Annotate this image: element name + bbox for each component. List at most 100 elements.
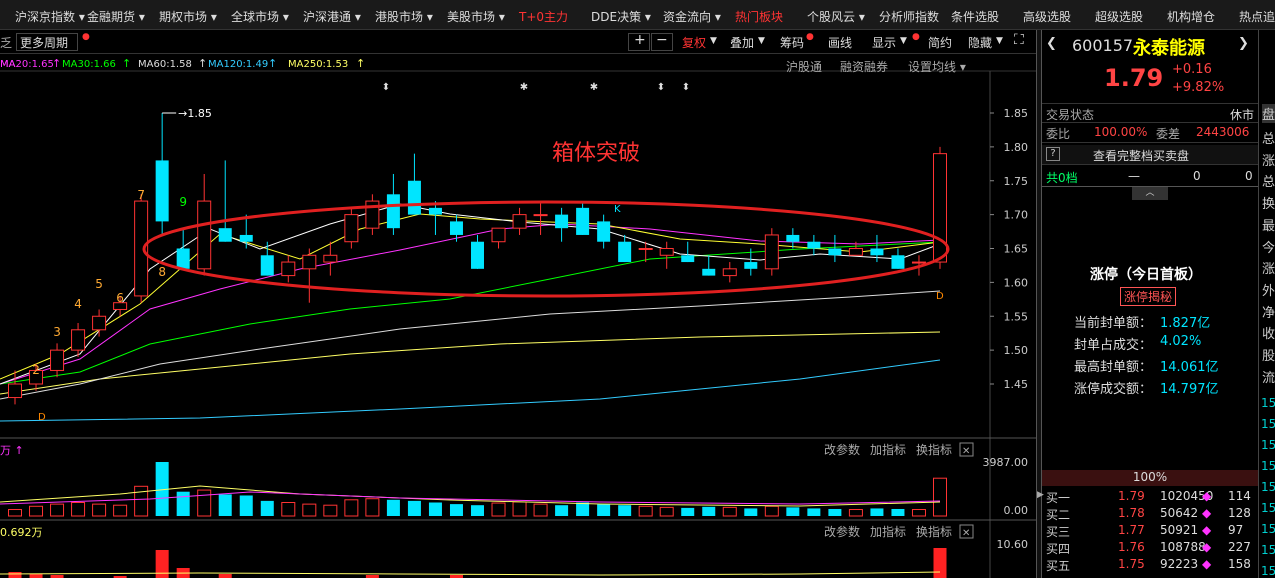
bid-label: 买三 — [1046, 525, 1071, 539]
volume-bar — [407, 500, 421, 516]
bid-row[interactable]: 买五 1.75 92223 ◆ 158 — [1042, 556, 1258, 573]
volume-bar — [471, 505, 484, 516]
candle-body — [786, 234, 800, 242]
menu-item[interactable]: 机构增仓 — [1167, 8, 1215, 25]
diejia-button[interactable]: 叠加 — [730, 34, 754, 51]
indicator-button: 加指标 — [870, 524, 906, 539]
side-label: 收 — [1262, 327, 1275, 343]
menu-item[interactable]: 沪深港通 ▾ — [303, 8, 361, 25]
candle-body — [491, 227, 506, 243]
ma-legend-item: MA60:1.58 — [138, 59, 192, 70]
back-icon[interactable]: ❮ — [1046, 36, 1057, 51]
candle-body — [744, 262, 758, 269]
yincang-button[interactable]: 隐藏 — [968, 34, 992, 51]
candle-body — [134, 200, 149, 297]
zoom-out-button[interactable]: − — [656, 32, 668, 48]
menu-item[interactable]: 全球市场 ▾ — [231, 8, 289, 25]
volume-bar — [176, 491, 190, 516]
menu-item[interactable]: 个股风云 ▾ — [807, 8, 865, 25]
menu-item[interactable]: 沪深京指数 ▾ — [15, 8, 85, 25]
fullscreen-icon[interactable]: ⛶ — [1014, 32, 1024, 48]
price-axis-label: 1.55 — [1004, 310, 1029, 323]
bid-row[interactable]: 买二 1.78 50642 ◆ 128 — [1042, 505, 1258, 522]
left-tab[interactable]: 乏 — [0, 34, 12, 51]
limit-up-reveal-button[interactable]: 涨停揭秘 — [1120, 287, 1177, 306]
weicha-value: 2443006 — [1196, 125, 1250, 139]
menu-item[interactable]: 资金流向 ▾ — [663, 8, 721, 25]
zt-label: 最高封单额： — [1074, 360, 1153, 375]
volume-bar — [911, 509, 926, 517]
bid-row[interactable]: 买四 1.76 108788 ◆ 227 — [1042, 539, 1258, 556]
candle-body — [8, 383, 22, 399]
candle-body — [386, 194, 400, 229]
bid-price: 1.76 — [1118, 540, 1145, 554]
next-icon[interactable]: ❯ — [1238, 36, 1249, 51]
notification-dot: ● — [806, 32, 814, 42]
chart-toolbar: 乏 更多周期 ● + − 复权 ▼ 叠加 ▼ 筹码 ● 画线 显示 ▼ ● 简约… — [0, 30, 1036, 54]
volume-bar — [512, 501, 527, 517]
bid-price: 1.75 — [1118, 557, 1145, 571]
candle-body — [407, 180, 421, 215]
bid-diamond-icon: ◆ — [1202, 540, 1212, 554]
bid-row[interactable]: 买三 1.77 50921 ◆ 97 — [1042, 522, 1258, 539]
menu-item[interactable]: T+0主力 — [519, 8, 568, 25]
menu-item[interactable]: 港股市场 ▾ — [375, 8, 433, 25]
side-value: 15 — [1261, 480, 1275, 494]
bid-price: 1.78 — [1118, 506, 1145, 520]
bid-label: 买四 — [1046, 542, 1071, 556]
huaxian-button[interactable]: 画线 — [828, 34, 852, 51]
candle-body — [71, 329, 86, 351]
volume-bar — [491, 502, 506, 517]
full-book-row[interactable]: ? 查看完整档买卖盘 — [1042, 145, 1258, 165]
menu-item[interactable]: 分析师指数 — [879, 8, 939, 25]
zoom-in-button[interactable]: + — [634, 32, 646, 48]
candle-body — [702, 268, 716, 276]
side-label: 外 — [1262, 283, 1275, 299]
side-label[interactable]: 盘 — [1262, 104, 1275, 123]
volume-bar — [786, 507, 800, 516]
weibi-label: 委比 — [1046, 127, 1071, 141]
expand-toggle-icon[interactable]: ︿ — [1132, 187, 1168, 200]
menu-item[interactable]: 期权市场 ▾ — [159, 8, 217, 25]
volume-bar — [260, 500, 274, 516]
help-icon[interactable]: ? — [1046, 147, 1060, 161]
bid-ratio-bar: 100% — [1042, 470, 1258, 486]
level-v1: 0 — [1193, 169, 1201, 183]
volume-label: 万 ↑ — [0, 444, 24, 457]
indicator-bar — [155, 550, 169, 578]
volume-bar — [50, 503, 65, 517]
jianyue-button[interactable]: 简约 — [928, 34, 952, 51]
up-arrow-icon: ↑ — [52, 57, 61, 70]
menu-item[interactable]: 条件选股 — [951, 8, 999, 25]
more-period-button[interactable]: 更多周期 — [20, 34, 68, 51]
bid-diamond-icon: ◆ — [1202, 489, 1212, 503]
candle-count-label: 2 — [32, 363, 40, 377]
menu-item[interactable]: 热门板块 — [735, 8, 783, 25]
xianshi-button[interactable]: 显示 — [872, 34, 896, 51]
candle-body — [512, 214, 527, 229]
candle-body — [828, 248, 842, 256]
kline-chart-area[interactable]: MAMA20:1.65↑ MA30:1.66 ↑ MA60:1.58 ↑ MA120:1.… — [0, 54, 1036, 578]
menu-item[interactable]: DDE决策 ▾ — [591, 8, 651, 25]
menu-item[interactable]: 美股市场 ▾ — [447, 8, 505, 25]
bid-row[interactable]: 买一 1.79 1020450 ◆ 114 — [1042, 488, 1258, 505]
chouma-button[interactable]: 筹码 — [780, 34, 804, 51]
candle-body — [576, 207, 590, 235]
menu-item[interactable]: 热点追 — [1239, 8, 1275, 25]
side-value: 15 — [1261, 543, 1275, 557]
indicator-button: 换指标 — [916, 442, 952, 457]
menu-item[interactable]: 超级选股 — [1095, 8, 1143, 25]
bid-diamond-icon: ◆ — [1202, 523, 1212, 537]
menu-item[interactable]: 高级选股 — [1023, 8, 1071, 25]
fuquan-button[interactable]: 复权 — [682, 34, 706, 51]
side-label: 涨 — [1262, 153, 1275, 169]
weibi-row: 委比 100.00% 委差 2443006 — [1042, 123, 1258, 143]
volume-bar — [218, 494, 232, 516]
candle-count-label: 6 — [116, 291, 124, 305]
d-marker: D — [38, 412, 46, 423]
bid-count: 128 — [1228, 506, 1251, 520]
full-book-link[interactable]: 查看完整档买卖盘 — [1093, 147, 1189, 164]
candle-body — [659, 248, 674, 256]
side-value: 15 — [1261, 417, 1275, 431]
menu-item[interactable]: 金融期货 ▾ — [87, 8, 145, 25]
